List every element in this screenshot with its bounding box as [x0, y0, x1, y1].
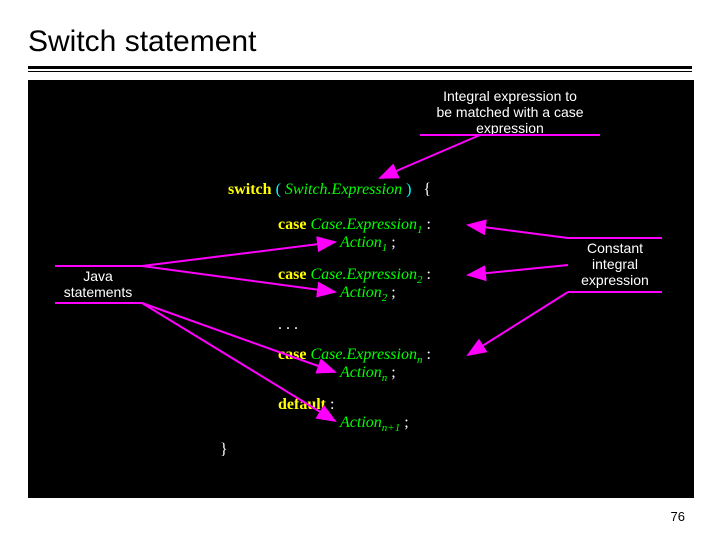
action1: Action1 — [340, 234, 387, 251]
slide: Switch statement Integral expression tob… — [0, 0, 720, 540]
keyword-default: default — [278, 396, 326, 413]
keyword-case-2: case — [278, 266, 306, 283]
action-np1: Actionn+1 — [340, 414, 400, 431]
title-underline-thick — [28, 66, 692, 69]
case2-expression: Case.Expression2 — [310, 266, 422, 283]
semicolon-n: ; — [391, 364, 395, 381]
case1-expression: Case.Expression1 — [310, 216, 422, 233]
code-close-brace: } — [220, 440, 228, 459]
open-brace: { — [423, 181, 431, 198]
switch-expression: Switch.Expression — [285, 181, 402, 198]
code-action1: Action1 ; — [340, 233, 396, 255]
colon-default: : — [330, 396, 334, 413]
keyword-switch: switch — [228, 181, 272, 198]
code-ellipsis: . . . — [278, 315, 298, 334]
annotation-java-statements: Javastatements — [58, 268, 138, 300]
code-actionn: Actionn ; — [340, 363, 396, 385]
keyword-case-n: case — [278, 346, 306, 363]
colon-n: : — [426, 346, 430, 363]
open-paren: ( — [276, 181, 281, 198]
semicolon-2: ; — [391, 284, 395, 301]
casen-expression: Case.Expressionn — [310, 346, 422, 363]
semicolon-1: ; — [391, 234, 395, 251]
code-switch-line: switch ( Switch.Expression ) { — [228, 180, 431, 199]
keyword-case-1: case — [278, 216, 306, 233]
colon-1: : — [426, 216, 430, 233]
code-action-default: Actionn+1 ; — [340, 413, 409, 435]
semicolon-np1: ; — [404, 414, 408, 431]
code-action2: Action2 ; — [340, 283, 396, 305]
annotation-constant-integral: Constantintegralexpression — [570, 240, 660, 288]
colon-2: : — [426, 266, 430, 283]
close-paren: ) — [406, 181, 411, 198]
slide-title: Switch statement — [28, 25, 256, 59]
annotation-integral-expression: Integral expression tobe matched with a … — [410, 88, 610, 136]
title-underline-thin — [28, 71, 692, 72]
actionn: Actionn — [340, 364, 387, 381]
code-default: default : — [278, 395, 334, 414]
action2: Action2 — [340, 284, 387, 301]
page-number: 76 — [671, 509, 685, 524]
